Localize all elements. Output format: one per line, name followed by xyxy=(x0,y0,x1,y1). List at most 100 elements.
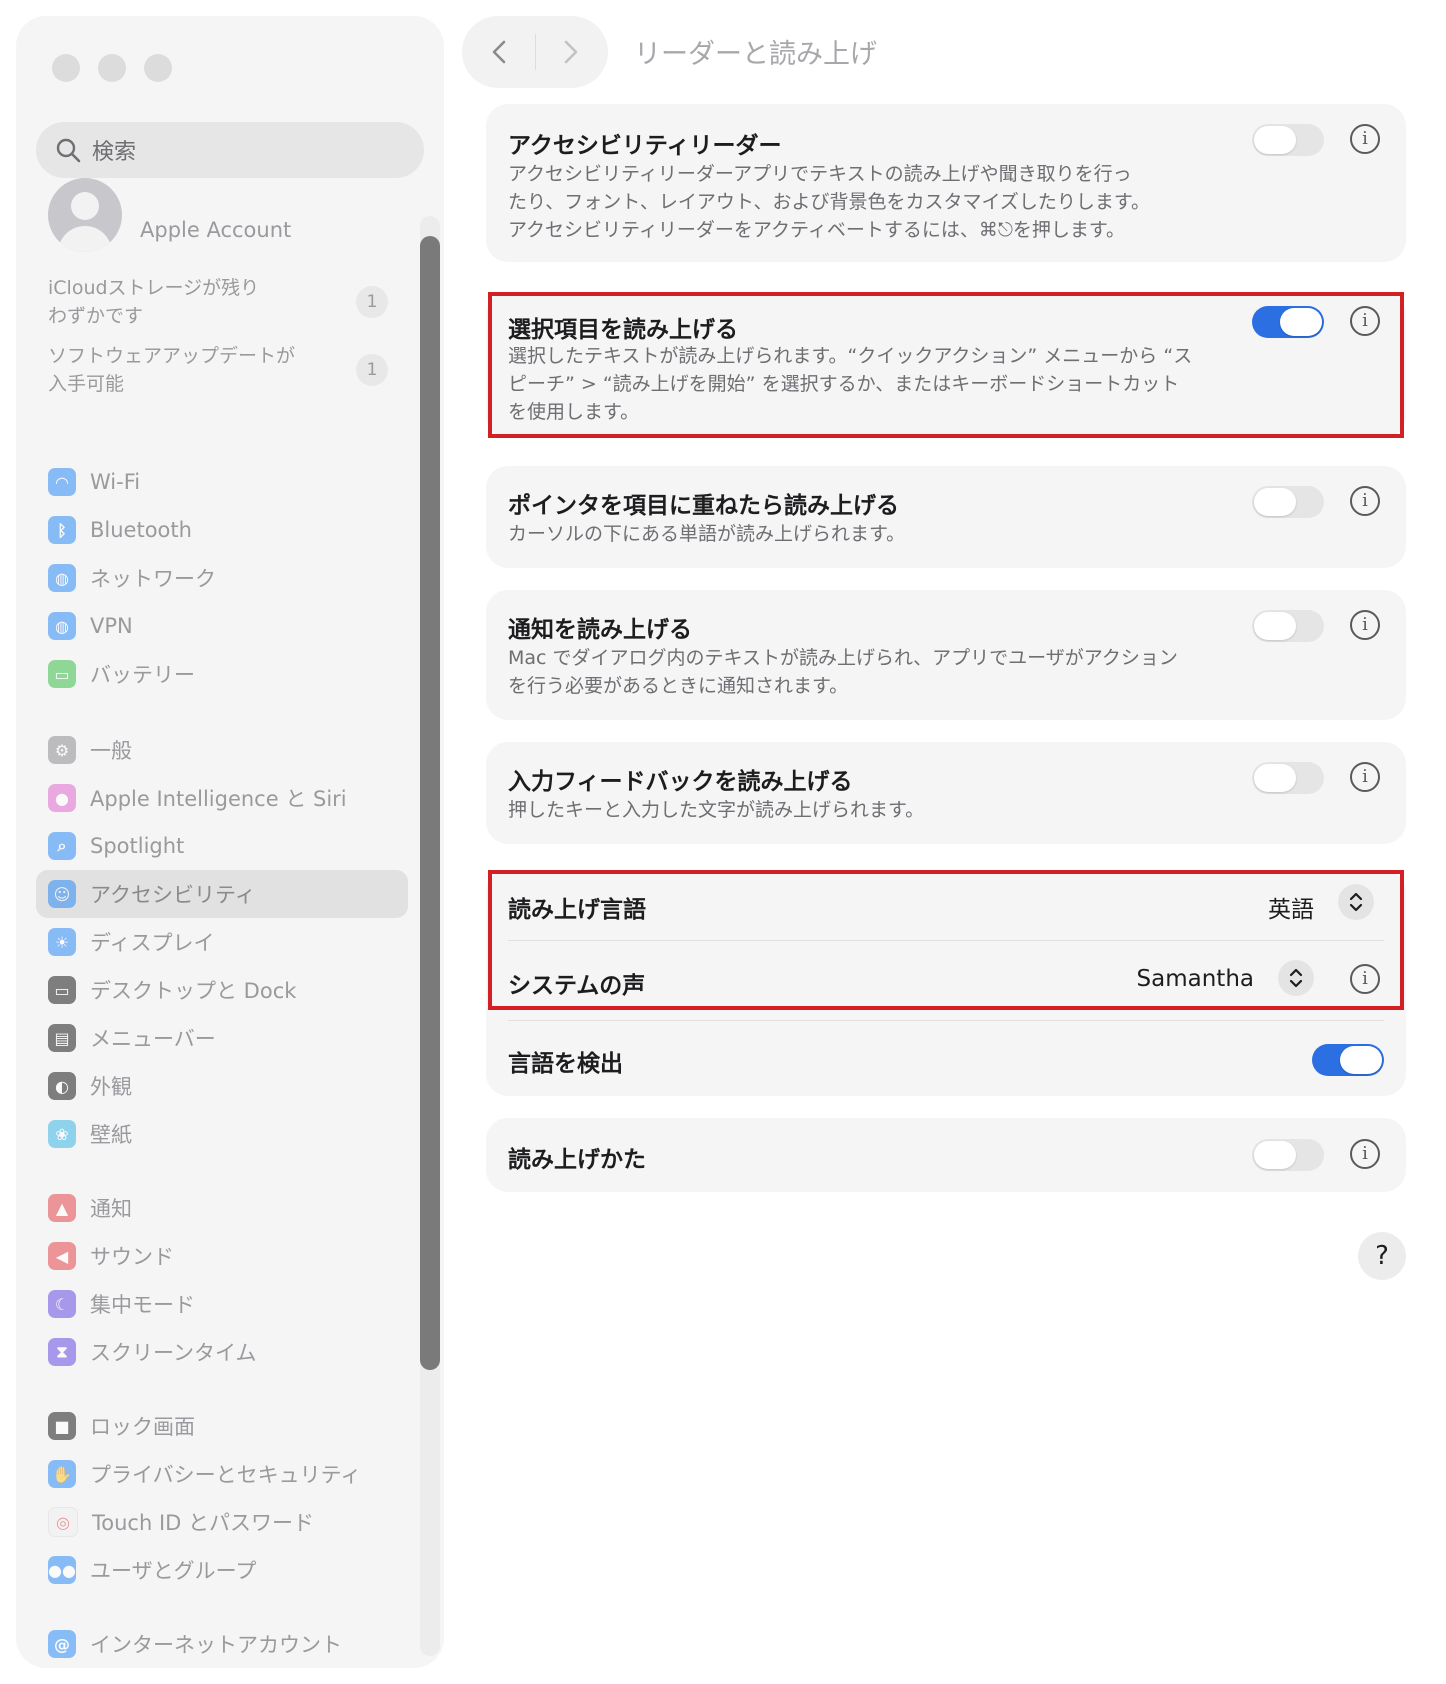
sidebar-item[interactable]: ◀ サウンド xyxy=(36,1232,408,1280)
info-icon[interactable]: i xyxy=(1350,762,1380,792)
sidebar-item[interactable]: ● Apple Intelligence と Siri xyxy=(36,774,408,822)
sidebar-item[interactable]: ■ ロック画面 xyxy=(36,1402,408,1450)
avatar xyxy=(48,178,122,252)
typing-feedback-description: 押したキーと入力した文字が読み上げられます。 xyxy=(508,799,925,821)
speak-selection-toggle[interactable] xyxy=(1252,306,1324,338)
sidebar-item[interactable]: ✋ プライバシーとセキュリティ xyxy=(36,1450,408,1498)
sun-icon: ☀ xyxy=(48,928,76,956)
sidebar-item-label: 壁紙 xyxy=(90,1123,132,1147)
system-voice-value[interactable]: Samantha xyxy=(1137,966,1254,992)
speech-language-value[interactable]: 英語 xyxy=(1268,890,1314,924)
sidebar-item[interactable]: ▭ バッテリー xyxy=(36,650,408,698)
chevron-right-icon[interactable] xyxy=(556,38,584,66)
apple-account-row[interactable]: Apple Account xyxy=(48,178,291,252)
siri-icon: ● xyxy=(48,784,76,812)
system-voice-label: システムの声 xyxy=(508,973,646,999)
sidebar-item[interactable]: ◐ 外観 xyxy=(36,1062,408,1110)
info-icon[interactable]: i xyxy=(1350,306,1380,336)
speak-notifications-description: Mac でダイアログ内のテキストが読み上げられ、アプリでユーザがアクション を行… xyxy=(508,647,1178,697)
nav-separator xyxy=(535,34,536,70)
sidebar-item[interactable]: ☀ ディスプレイ xyxy=(36,918,408,966)
sidebar-item[interactable]: ☾ 集中モード xyxy=(36,1280,408,1328)
sidebar-item[interactable]: ◠ Wi-Fi xyxy=(36,458,408,506)
speak-pointer-title: ポインタを項目に重ねたら読み上げる xyxy=(508,493,899,519)
lock-icon: ■ xyxy=(48,1412,76,1440)
sidebar-item-label: ネットワーク xyxy=(90,567,216,591)
sidebar-item-label: メニューバー xyxy=(90,1027,216,1051)
sidebar-item[interactable]: ◎ Touch ID とパスワード xyxy=(36,1498,408,1546)
window-controls xyxy=(52,54,172,82)
sidebar: 検索 Apple Account iCloudストレージが残り わずかです 1 … xyxy=(16,16,444,1668)
sidebar-item[interactable]: ⧗ スクリーンタイム xyxy=(36,1328,408,1376)
sidebar-item[interactable]: @ インターネットアカウント xyxy=(36,1620,408,1668)
software-update-notice[interactable]: ソフトウェアアップデートが 入手可能 1 xyxy=(48,342,388,398)
sidebar-item[interactable]: ▲ 通知 xyxy=(36,1184,408,1232)
speech-language-popup[interactable] xyxy=(1338,884,1374,920)
chevron-left-icon[interactable] xyxy=(486,38,514,66)
sidebar-item-label: ロック画面 xyxy=(90,1415,195,1439)
speaking-style-card: 読み上げかた i xyxy=(486,1118,1406,1192)
speaking-style-toggle[interactable] xyxy=(1252,1139,1324,1171)
icloud-storage-notice[interactable]: iCloudストレージが残り わずかです 1 xyxy=(48,274,388,330)
zoom-window-button[interactable] xyxy=(144,54,172,82)
info-icon[interactable]: i xyxy=(1350,486,1380,516)
reader-description: アクセシビリティリーダーアプリでテキストの読み上げや聞き取りを行っ たり、フォン… xyxy=(508,163,1151,241)
sidebar-item-label: 外観 xyxy=(90,1075,132,1099)
reader-card: アクセシビリティリーダー アクセシビリティリーダーアプリでテキストの読み上げや聞… xyxy=(486,104,1406,262)
voice-settings-card: 読み上げ言語 英語 システムの声 Samantha i 言語を検出 xyxy=(486,870,1406,1096)
account-name: Apple Account xyxy=(140,218,292,242)
sidebar-item[interactable]: ◍ VPN xyxy=(36,602,408,650)
sidebar-item-label: デスクトップと Dock xyxy=(90,979,297,1003)
reader-title: アクセシビリティリーダー xyxy=(508,133,782,159)
dock-icon: ▭ xyxy=(48,976,76,1004)
info-icon[interactable]: i xyxy=(1350,610,1380,640)
info-icon[interactable]: i xyxy=(1350,124,1380,154)
sidebar-item[interactable]: ▤ メニューバー xyxy=(36,1014,408,1062)
row-divider xyxy=(508,940,1384,941)
sidebar-item-label: アクセシビリティ xyxy=(90,883,256,907)
speaking-style-label: 読み上げかた xyxy=(508,1147,646,1173)
fingerprint-icon: ◎ xyxy=(48,1507,78,1537)
gear-icon: ⚙ xyxy=(48,736,76,764)
sidebar-item-label: 集中モード xyxy=(90,1293,195,1317)
speak-notifications-toggle[interactable] xyxy=(1252,610,1324,642)
detect-language-toggle[interactable] xyxy=(1312,1044,1384,1076)
sidebar-item[interactable]: ⌕ Spotlight xyxy=(36,822,408,870)
typing-feedback-card: 入力フィードバックを読み上げる 押したキーと入力した文字が読み上げられます。 i xyxy=(486,742,1406,844)
info-icon[interactable]: i xyxy=(1350,964,1380,994)
reader-toggle[interactable] xyxy=(1252,124,1324,156)
hourglass-icon: ⧗ xyxy=(48,1338,76,1366)
sidebar-item[interactable]: ▭ デスクトップと Dock xyxy=(36,966,408,1014)
sidebar-item-label: サウンド xyxy=(90,1245,174,1269)
minimize-window-button[interactable] xyxy=(98,54,126,82)
typing-feedback-toggle[interactable] xyxy=(1252,762,1324,794)
sidebar-item[interactable]: ☺ アクセシビリティ xyxy=(36,870,408,918)
sidebar-item-label: Bluetooth xyxy=(90,518,192,542)
sidebar-item[interactable]: ◍ ネットワーク xyxy=(36,554,408,602)
appearance-icon: ◐ xyxy=(48,1072,76,1100)
close-window-button[interactable] xyxy=(52,54,80,82)
scrollbar-thumb[interactable] xyxy=(420,236,440,1370)
sidebar-item-label: スクリーンタイム xyxy=(90,1341,257,1365)
info-icon[interactable]: i xyxy=(1350,1139,1380,1169)
sidebar-item[interactable]: ᛒ Bluetooth xyxy=(36,506,408,554)
hand-icon: ✋ xyxy=(48,1460,76,1488)
moon-icon: ☾ xyxy=(48,1290,76,1318)
speech-language-label: 読み上げ言語 xyxy=(508,897,646,923)
at-icon: @ xyxy=(48,1630,76,1658)
history-nav xyxy=(462,16,608,88)
speak-notifications-title: 通知を読み上げる xyxy=(508,617,692,643)
sidebar-item[interactable]: ❀ 壁紙 xyxy=(36,1110,408,1158)
sidebar-item[interactable]: ●● ユーザとグループ xyxy=(36,1546,408,1594)
search-field[interactable]: 検索 xyxy=(36,122,424,178)
sidebar-item-label: Apple Intelligence と Siri xyxy=(90,787,347,811)
updown-chevron-icon xyxy=(1289,968,1303,988)
speak-selection-description: 選択したテキストが読み上げられます。“クイックアクション” メニューから “ス … xyxy=(508,345,1193,423)
sidebar-item-label: 通知 xyxy=(90,1197,132,1221)
speak-pointer-description: カーソルの下にある単語が読み上げられます。 xyxy=(508,523,906,545)
sidebar-item[interactable]: ⚙ 一般 xyxy=(36,726,408,774)
settings-window: 検索 Apple Account iCloudストレージが残り わずかです 1 … xyxy=(0,0,1446,1684)
system-voice-popup[interactable] xyxy=(1278,960,1314,996)
speak-pointer-toggle[interactable] xyxy=(1252,486,1324,518)
help-button[interactable]: ? xyxy=(1358,1232,1406,1280)
